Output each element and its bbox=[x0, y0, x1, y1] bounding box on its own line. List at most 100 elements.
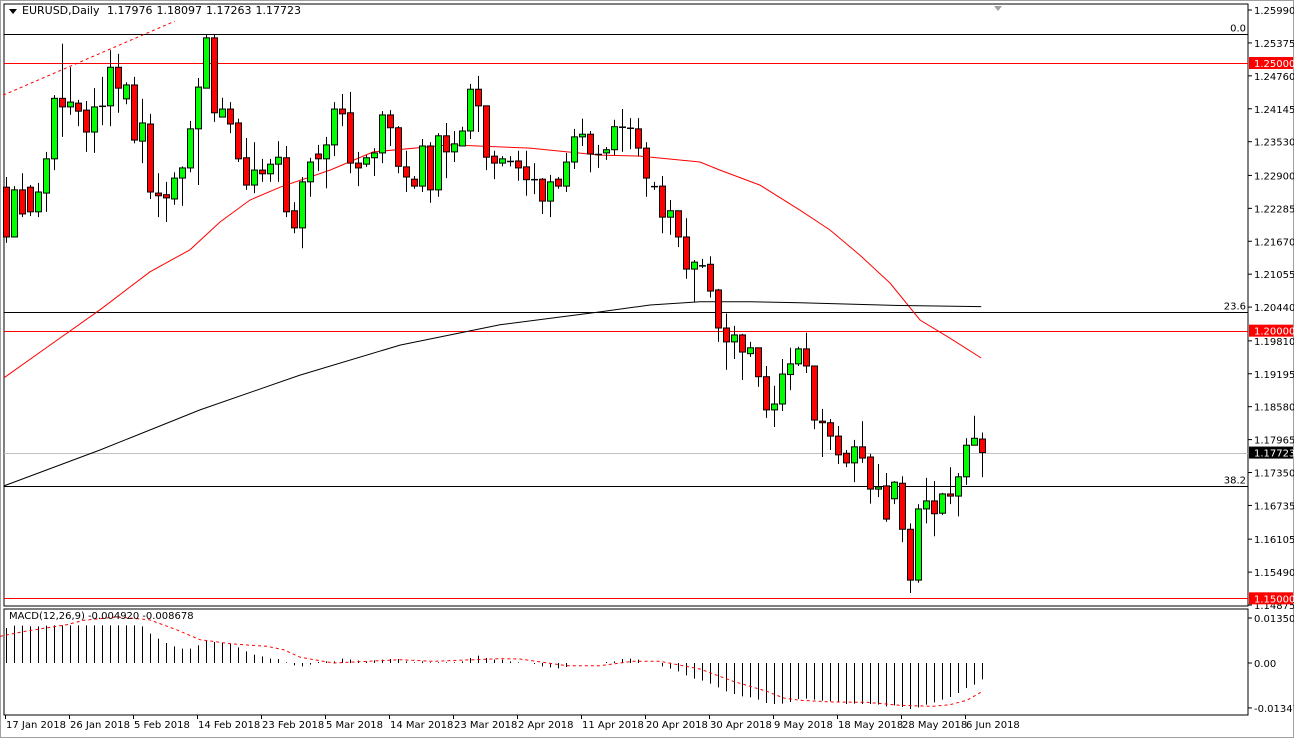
candle[interactable] bbox=[875, 463, 882, 498]
candle[interactable] bbox=[499, 156, 506, 167]
candle[interactable] bbox=[595, 144, 602, 168]
candle[interactable] bbox=[627, 118, 634, 150]
candle[interactable] bbox=[227, 102, 234, 134]
candle[interactable] bbox=[587, 130, 594, 173]
candle[interactable] bbox=[11, 186, 18, 238]
candle[interactable] bbox=[387, 110, 394, 146]
candle[interactable] bbox=[403, 150, 410, 193]
candle[interactable] bbox=[419, 139, 426, 193]
candle[interactable] bbox=[955, 473, 962, 517]
candle[interactable] bbox=[691, 260, 698, 302]
candle[interactable] bbox=[611, 119, 618, 156]
candle[interactable] bbox=[555, 177, 562, 189]
candle[interactable] bbox=[59, 43, 66, 137]
candle[interactable] bbox=[579, 118, 586, 146]
candle[interactable] bbox=[571, 128, 578, 169]
candle[interactable] bbox=[699, 258, 706, 269]
candle[interactable] bbox=[683, 218, 690, 279]
candle[interactable] bbox=[291, 202, 298, 234]
candle[interactable] bbox=[91, 88, 98, 153]
candle[interactable] bbox=[331, 102, 338, 157]
candle[interactable] bbox=[35, 182, 42, 218]
candle[interactable] bbox=[155, 173, 162, 218]
candle[interactable] bbox=[235, 118, 242, 163]
candle[interactable] bbox=[931, 481, 938, 537]
candle[interactable] bbox=[979, 432, 986, 478]
candle[interactable] bbox=[963, 438, 970, 485]
candle[interactable] bbox=[803, 332, 810, 373]
candle[interactable] bbox=[547, 174, 554, 218]
candle[interactable] bbox=[507, 156, 514, 167]
candle[interactable] bbox=[539, 178, 546, 214]
candle[interactable] bbox=[219, 97, 226, 118]
candle[interactable] bbox=[923, 477, 930, 524]
candle[interactable] bbox=[139, 98, 146, 164]
candle[interactable] bbox=[131, 76, 138, 144]
candle[interactable] bbox=[123, 82, 130, 105]
candle[interactable] bbox=[491, 150, 498, 180]
candle[interactable] bbox=[971, 415, 978, 446]
trendline[interactable] bbox=[3, 20, 175, 96]
candle[interactable] bbox=[267, 158, 274, 182]
candle[interactable] bbox=[27, 185, 34, 217]
candle[interactable] bbox=[3, 177, 10, 243]
candle[interactable] bbox=[731, 325, 738, 360]
candle[interactable] bbox=[739, 333, 746, 380]
candle[interactable] bbox=[203, 34, 210, 89]
candle[interactable] bbox=[891, 481, 898, 505]
candle[interactable] bbox=[171, 172, 178, 205]
candle[interactable] bbox=[755, 347, 762, 387]
candle[interactable] bbox=[179, 166, 186, 206]
candle[interactable] bbox=[915, 504, 922, 583]
candle[interactable] bbox=[531, 163, 538, 195]
candle[interactable] bbox=[603, 147, 610, 160]
candle[interactable] bbox=[299, 177, 306, 249]
candle[interactable] bbox=[443, 122, 450, 179]
candle[interactable] bbox=[867, 453, 874, 504]
candle[interactable] bbox=[643, 142, 650, 197]
candle[interactable] bbox=[315, 144, 322, 172]
candle[interactable] bbox=[323, 136, 330, 189]
candle[interactable] bbox=[939, 492, 946, 515]
candle[interactable] bbox=[475, 75, 482, 133]
candle[interactable] bbox=[307, 157, 314, 197]
candle[interactable] bbox=[51, 95, 58, 171]
candle[interactable] bbox=[163, 181, 170, 222]
candle[interactable] bbox=[659, 175, 666, 234]
candle[interactable] bbox=[147, 113, 154, 199]
candle[interactable] bbox=[67, 67, 74, 115]
candle[interactable] bbox=[43, 151, 50, 212]
candle[interactable] bbox=[467, 83, 474, 140]
candle[interactable] bbox=[187, 120, 194, 173]
candle[interactable] bbox=[243, 137, 250, 190]
candle[interactable] bbox=[651, 181, 658, 190]
price-chart[interactable]: 0.0 23.6 38.2 1.25990 1.25375 1.24760 1.24145… bbox=[0, 0, 1294, 738]
candle[interactable] bbox=[667, 200, 674, 235]
candle[interactable] bbox=[747, 341, 754, 357]
candle[interactable] bbox=[83, 101, 90, 152]
candle[interactable] bbox=[907, 523, 914, 593]
candle[interactable] bbox=[851, 439, 858, 483]
candle[interactable] bbox=[947, 467, 954, 505]
candle[interactable] bbox=[107, 50, 114, 127]
candle[interactable] bbox=[411, 175, 418, 189]
candle[interactable] bbox=[251, 142, 258, 194]
candle[interactable] bbox=[195, 77, 202, 186]
candle[interactable] bbox=[859, 421, 866, 463]
candle[interactable] bbox=[435, 133, 442, 197]
candle[interactable] bbox=[99, 76, 106, 126]
candle[interactable] bbox=[523, 150, 530, 196]
candle[interactable] bbox=[347, 91, 354, 174]
candle[interactable] bbox=[395, 126, 402, 174]
candle[interactable] bbox=[115, 53, 122, 113]
candle[interactable] bbox=[211, 34, 218, 122]
candle[interactable] bbox=[795, 346, 802, 366]
candle[interactable] bbox=[563, 152, 570, 193]
candle[interactable] bbox=[259, 158, 266, 182]
candle[interactable] bbox=[771, 385, 778, 428]
candle[interactable] bbox=[75, 99, 82, 127]
candle[interactable] bbox=[635, 118, 642, 157]
candle[interactable] bbox=[811, 365, 818, 430]
candle[interactable] bbox=[19, 173, 26, 218]
candle[interactable] bbox=[515, 150, 522, 181]
